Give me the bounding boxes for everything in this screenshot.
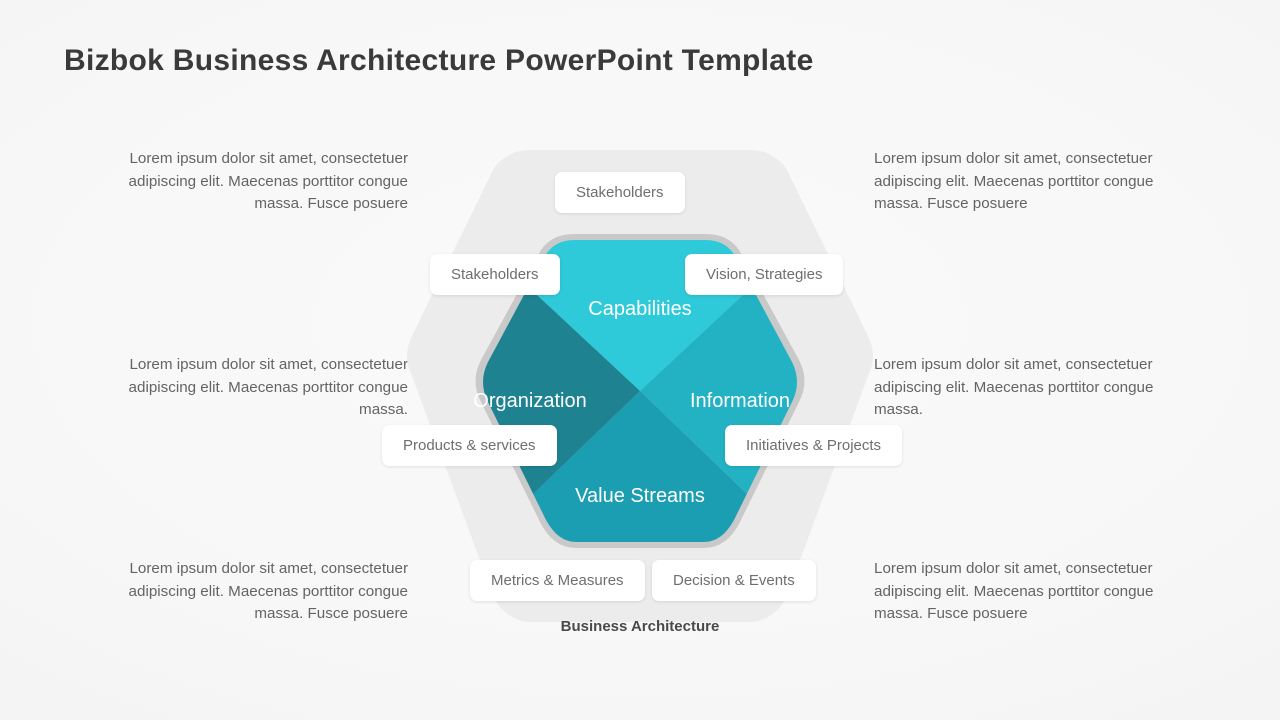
pill-initiatives-projects[interactable]: Initiatives & Projects: [725, 425, 903, 466]
pill-products-services[interactable]: Products & services: [382, 425, 557, 466]
body-text-left-top: Lorem ipsum dolor sit amet, consectetuer…: [128, 150, 408, 212]
body-text-left-bottom: Lorem ipsum dolor sit amet, consectetuer…: [128, 560, 408, 622]
body-text-right-bottom: Lorem ipsum dolor sit amet, consectetuer…: [874, 560, 1154, 622]
body-text-left-middle: Lorem ipsum dolor sit amet, consectetuer…: [128, 356, 408, 418]
pill-decision-events[interactable]: Decision & Events: [652, 560, 816, 601]
business-architecture-diagram: Capabilities Information Value Streams O…: [382, 128, 903, 668]
body-text-right-top: Lorem ipsum dolor sit amet, consectetuer…: [874, 150, 1154, 212]
diagram-caption: Business Architecture: [560, 618, 720, 635]
pill-stakeholders[interactable]: Stakeholders: [430, 254, 560, 295]
body-text-right-middle: Lorem ipsum dolor sit amet, consectetuer…: [874, 356, 1154, 418]
pill-metrics-measures[interactable]: Metrics & Measures: [470, 560, 645, 601]
pill-vision-strategies[interactable]: Vision, Strategies: [685, 254, 844, 295]
pill-stakeholders-top[interactable]: Stakeholders: [555, 172, 685, 213]
slide-canvas: Bizbok Business Architecture PowerPoint …: [0, 0, 1280, 720]
page-title: Bizbok Business Architecture PowerPoint …: [64, 44, 814, 77]
